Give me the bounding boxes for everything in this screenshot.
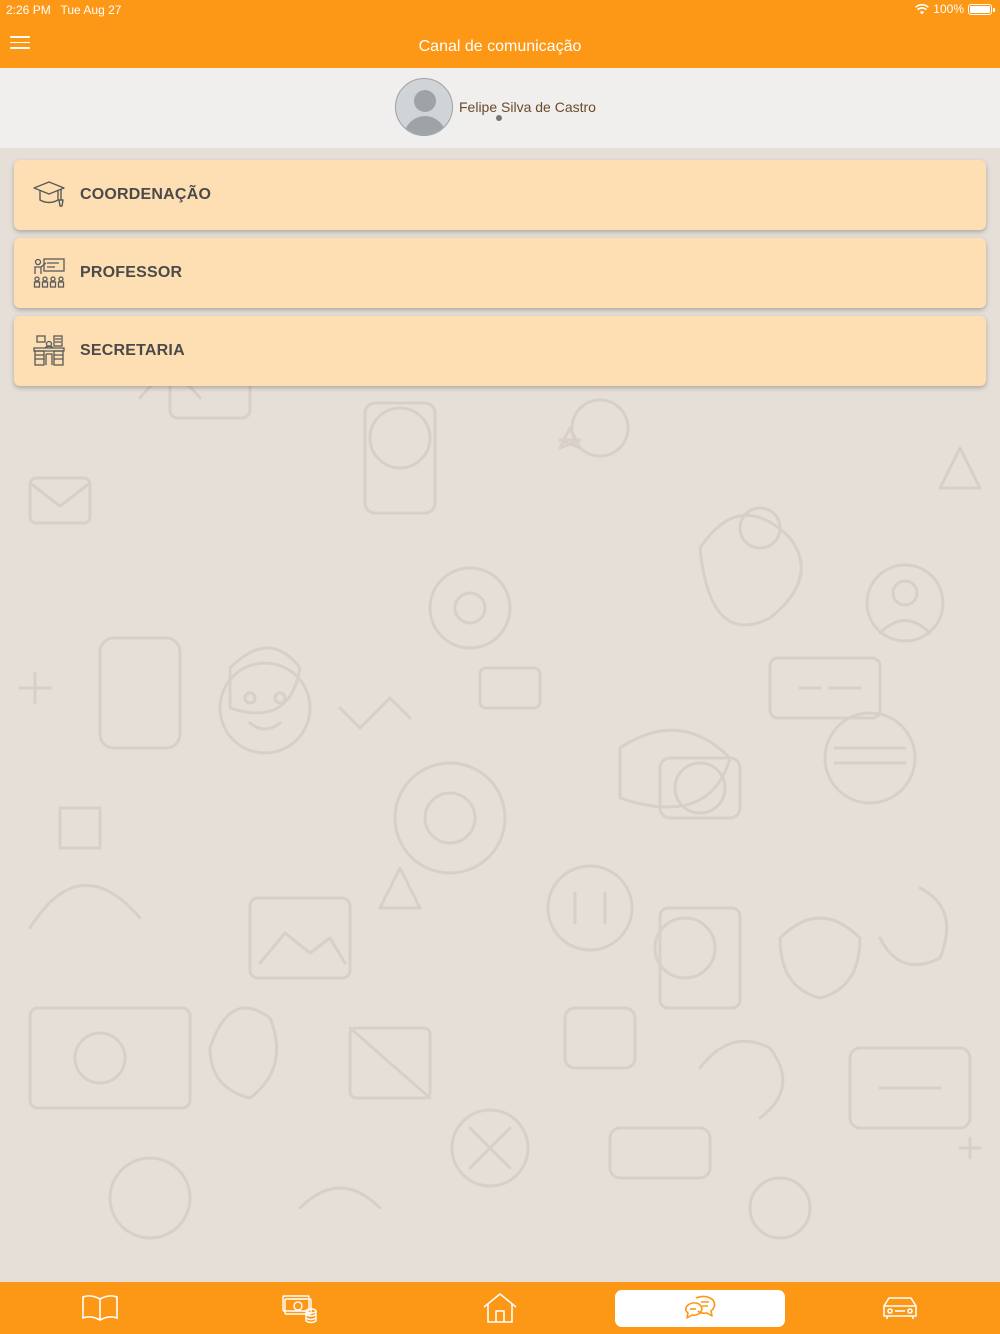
status-date: Tue Aug 27 <box>60 3 122 17</box>
status-time: 2:26 PM Tue Aug 27 <box>6 3 121 17</box>
category-card-professor[interactable]: PROFESSOR <box>14 238 986 308</box>
tab-chat[interactable] <box>600 1282 800 1334</box>
page-indicator-dot <box>496 115 502 121</box>
category-list: COORDENAÇÃO PROFESSOR SECRETARIA <box>14 160 986 394</box>
teacher-classroom-icon <box>33 258 65 288</box>
category-label: PROFESSOR <box>80 264 183 281</box>
category-card-coordenacao[interactable]: COORDENAÇÃO <box>14 160 986 230</box>
office-desk-icon <box>33 335 65 366</box>
battery-percent: 100% <box>933 2 964 16</box>
chat-icon <box>684 1295 716 1319</box>
battery-icon <box>968 3 995 15</box>
profile-header: Felipe Silva de Castro <box>0 68 1000 148</box>
page-title: Canal de comunicação <box>418 38 582 55</box>
book-icon <box>82 1295 118 1321</box>
bottom-tab-bar <box>0 1282 1000 1334</box>
home-icon <box>483 1293 517 1323</box>
tab-transport[interactable] <box>800 1282 1000 1334</box>
tab-book[interactable] <box>0 1282 200 1334</box>
profile-name: Felipe Silva de Castro <box>459 99 596 115</box>
graduation-cap-icon <box>33 181 65 207</box>
status-indicators: 100% <box>915 2 995 16</box>
status-clock: 2:26 PM <box>6 3 51 17</box>
avatar[interactable] <box>395 78 453 136</box>
category-label: COORDENAÇÃO <box>80 186 212 203</box>
tab-home[interactable] <box>400 1282 600 1334</box>
money-coins-icon <box>282 1295 317 1324</box>
bus-icon <box>883 1297 917 1319</box>
category-card-secretaria[interactable]: SECRETARIA <box>14 316 986 386</box>
wifi-icon <box>915 3 930 14</box>
category-label: SECRETARIA <box>80 342 185 359</box>
top-bar: 2:26 PM Tue Aug 27 100% Canal de comunic… <box>0 0 1000 68</box>
tab-finance[interactable] <box>200 1282 400 1334</box>
